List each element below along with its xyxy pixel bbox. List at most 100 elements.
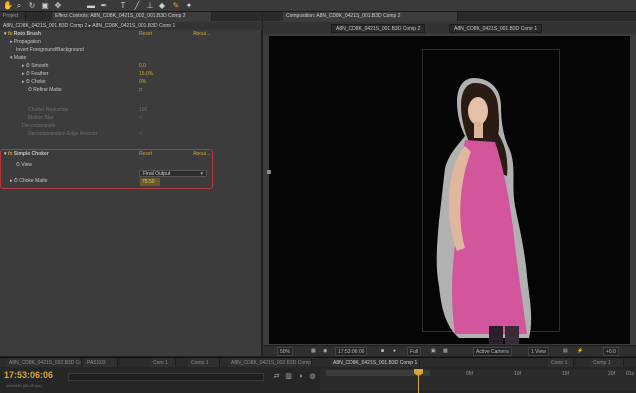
resolution-dropdown[interactable]: Full [407, 347, 422, 356]
choke-label: Choke [31, 79, 46, 85]
timeline-tab-active[interactable]: A8N_CD8K_0421S_001.B3D Comp 1 [330, 359, 420, 367]
view-row: ⏱ View [16, 162, 33, 168]
roto-reset-link[interactable]: Reset [139, 31, 152, 38]
eraser-icon[interactable]: ◆ [157, 1, 167, 11]
type-icon[interactable]: T [118, 1, 128, 11]
tab-composition[interactable]: Composition: A8N_CD8K_0421S_001.B3D Comp… [283, 12, 458, 21]
matte-group[interactable]: ▾ Matte [10, 55, 26, 62]
chevron-down-icon: ▾ [200, 171, 203, 177]
simple-choker-title: Simple Choker [13, 151, 49, 157]
rotate-icon[interactable]: ↻ [27, 1, 37, 11]
tab-effect-controls[interactable]: Effect Controls: A8N_CD8K_0421S_002_001.… [52, 12, 212, 21]
motion-blur-value: □ [139, 115, 143, 121]
transparency-grid-icon[interactable]: ▩ [443, 347, 448, 356]
fast-preview-icon[interactable]: ⚡ [577, 347, 583, 356]
refine-matte-checkbox[interactable]: □ [139, 87, 142, 94]
timeline-tab[interactable]: A8N_CD8K_0421S_002.B3D Comp 1 [228, 359, 312, 367]
subtab-comp-1[interactable]: A8N_CD8K_0421S_001.B3D Comr 1 [449, 24, 543, 33]
chatter-reduction-label: Chatter Reduction [28, 107, 69, 113]
choker-about-link[interactable]: About... [193, 151, 210, 158]
feather-row: ▸ ⏱ Feather [22, 71, 49, 77]
exposure-value[interactable]: +0.0 [603, 347, 619, 356]
smooth-value[interactable]: 0.0 [139, 63, 146, 70]
timeline-panel: A8N_CD8K_0421S_002.B3D Comp 1 PASS03 Com… [0, 357, 636, 393]
composition-panel: Composition: A8N_CD8K_0421S_001.B3D Comp… [263, 12, 636, 356]
tools-toolbar: ✋ ⌕ ↻ ▣ ✥ ▬ ✒ T ╱ ⊥ ◆ ✎ ✦ [0, 0, 636, 12]
decontamination-edge-value: □ [139, 131, 143, 137]
roto-icon[interactable]: ✎ [171, 1, 181, 11]
smooth-row: ▸ ⏱ Smooth [22, 63, 49, 69]
timeline-tab[interactable]: Com 1 [150, 359, 176, 367]
fx-icon: fx [7, 151, 13, 157]
frame-rate-readout: 1644446 (25.00 fps) [6, 383, 42, 388]
viewer-controls: 50% ▦ ◉ 17:53:06:06 ◙ ● Full ▣ ▩ Active … [263, 345, 636, 356]
magnification-dropdown[interactable]: 50% [277, 347, 294, 356]
propagation-label: Propagation [13, 39, 41, 45]
hand-icon[interactable]: ✋ [3, 1, 13, 11]
propagation-row[interactable]: ▸ Propagation [10, 39, 41, 46]
rotoscoped-woman-figure [436, 78, 532, 344]
toggle-icon[interactable]: ▤ [563, 347, 568, 356]
effect-controls-panel: Project Effect Controls: A8N_CD8K_0421S_… [0, 12, 262, 356]
camera-dropdown[interactable]: Active Camera [473, 347, 512, 356]
tab-project[interactable]: Project [0, 12, 26, 21]
puppet-icon[interactable]: ✦ [184, 1, 194, 11]
view-label: View [21, 162, 33, 168]
color-channel-icon[interactable]: ● [393, 347, 396, 356]
invert-label: Invert Foreground/Background [16, 47, 84, 53]
zoom-icon[interactable]: ⌕ [14, 1, 24, 11]
simple-choker-header[interactable]: ▾ fx Simple Choker [4, 151, 49, 158]
timeline-tab[interactable]: Comr 1 [548, 359, 574, 367]
matte-label: Matte [13, 55, 27, 61]
view-dropdown-value: Final Output [143, 171, 171, 177]
refine-matte-label: Refine Matte [33, 87, 62, 93]
views-dropdown[interactable]: 1 View [528, 347, 549, 356]
region-of-interest-icon[interactable]: ▣ [431, 347, 436, 356]
current-time[interactable]: 17:53:06:06 [335, 347, 368, 356]
fx-icon: fx [7, 31, 13, 37]
choke-value[interactable]: 0% [139, 79, 146, 86]
smooth-label: Smooth [31, 63, 49, 69]
camera-snapshot-icon[interactable]: ◙ [381, 347, 384, 356]
pan-behind-icon[interactable]: ✥ [53, 1, 63, 11]
subtab-comp-2[interactable]: A8N_CD8K_0421S_001.B3D Comp 2 [331, 24, 426, 33]
breadcrumb: A8N_CD8K_0421S_001.B3D Comp 2 ▸ A8N_CD8K… [0, 22, 262, 30]
left-panel-tabs: Project Effect Controls: A8N_CD8K_0421S_… [0, 12, 262, 21]
ruler-tick: 10f [514, 371, 521, 377]
choker-reset-link[interactable]: Reset [139, 151, 152, 158]
composition-viewer[interactable] [267, 36, 630, 344]
motion-blur-label: Motion Blur [28, 115, 54, 121]
comp-subtabs: A8N_CD8K_0421S_001.B3D Comp 2 A8N_CD8K_0… [263, 22, 636, 34]
timeline-tab[interactable]: Comp 1 [188, 359, 220, 367]
roto-brush-header[interactable]: ▾ fx Roto Brush [4, 31, 41, 38]
choke-matte-row: ▸ ⏱ Choke Matte [10, 178, 48, 184]
ruler-tick: 15f [562, 371, 569, 377]
roto-about-link[interactable]: About... [193, 31, 210, 38]
motion-blur-icon[interactable]: ◍ [308, 372, 317, 381]
rectangle-icon[interactable]: ▬ [86, 1, 96, 11]
choke-row: ▸ ⏱ Choke [22, 79, 46, 85]
shy-icon[interactable]: ◑ [296, 372, 305, 381]
timeline-timecode[interactable]: 17:53:06:06 [4, 370, 53, 381]
timeline-tab[interactable]: PASS03 [84, 359, 118, 367]
ruler-tick: 05f [466, 371, 473, 377]
timeline-tabs: A8N_CD8K_0421S_002.B3D Comp 1 PASS03 Com… [0, 358, 636, 367]
timeline-tab[interactable]: Comp 1 [590, 359, 624, 367]
grid-icon[interactable]: ▦ [311, 347, 316, 356]
ruler-tick: 01s [626, 371, 635, 377]
draft-3d-icon[interactable]: ▥ [284, 372, 293, 381]
feather-value[interactable]: 15.0% [139, 71, 153, 78]
comp-mini-flowchart-icon[interactable]: ⇄ [272, 372, 281, 381]
refine-matte-row: ⏱ Refine Matte [28, 87, 62, 93]
camera-icon[interactable]: ▣ [40, 1, 50, 11]
brush-icon[interactable]: ╱ [132, 1, 142, 11]
snapshot-icon[interactable]: ◉ [323, 347, 327, 356]
choke-matte-value[interactable]: 78.50 [140, 178, 160, 186]
timeline-tab[interactable]: A8N_CD8K_0421S_002.B3D Comp 1 [6, 359, 82, 367]
clone-icon[interactable]: ⊥ [145, 1, 155, 11]
roto-brush-title: Roto Brush [13, 31, 41, 37]
timeline-search-input[interactable] [68, 373, 264, 381]
pen-icon[interactable]: ✒ [99, 1, 109, 11]
view-dropdown[interactable]: Final Output ▾ [139, 170, 207, 177]
choke-matte-label: Choke Matte [19, 178, 48, 184]
